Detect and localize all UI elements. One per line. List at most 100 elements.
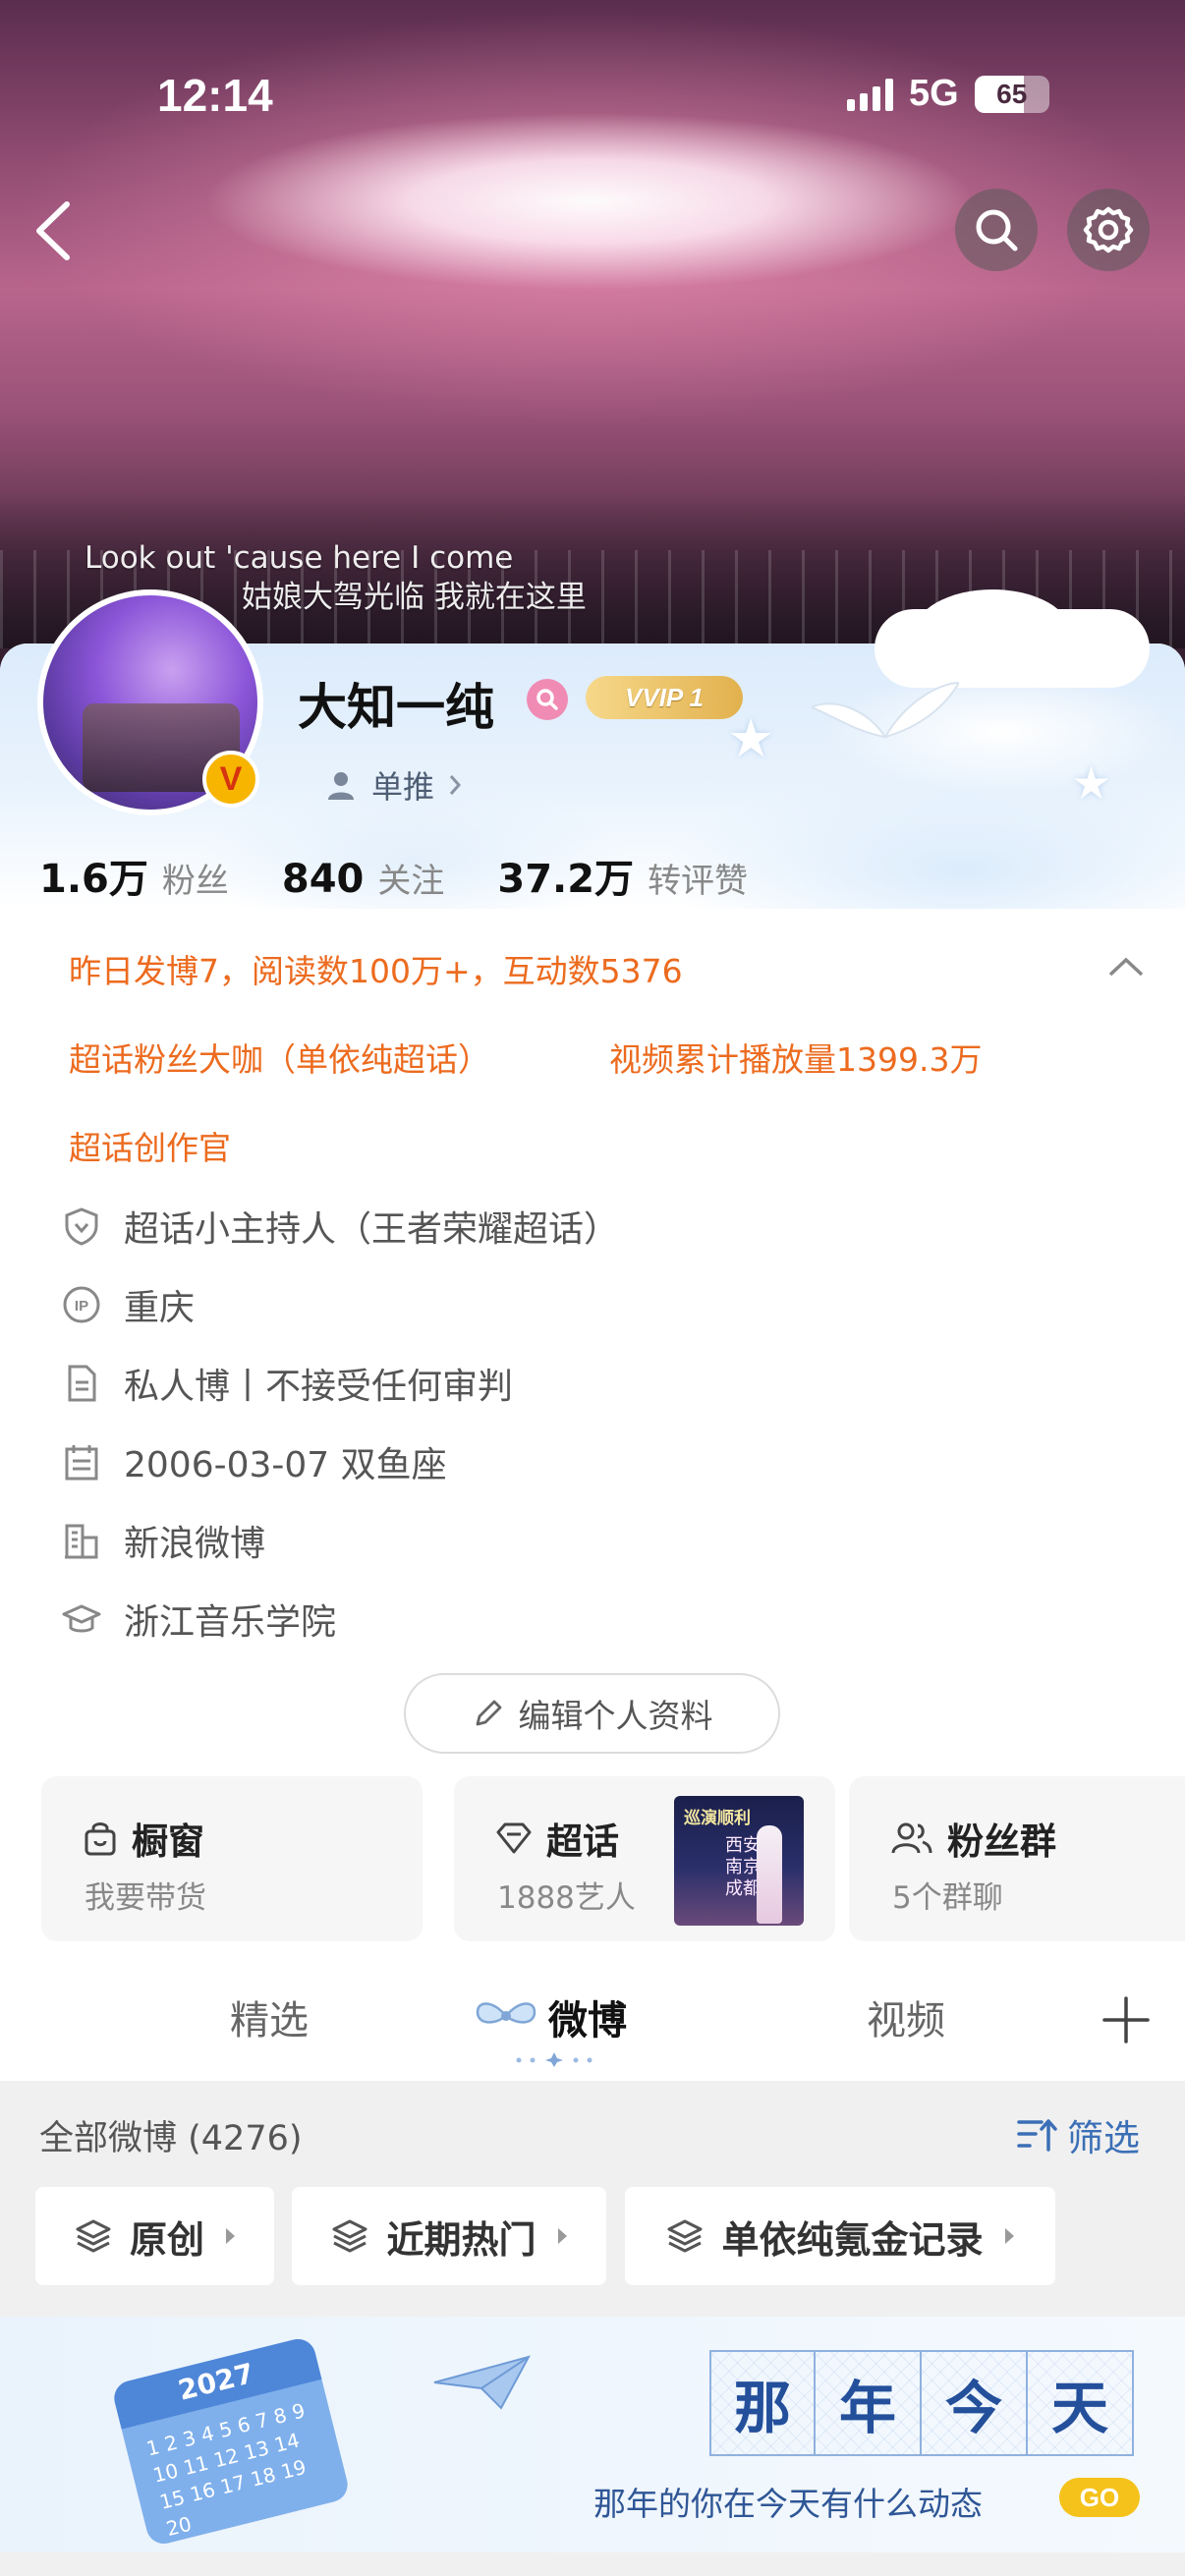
tab-featured[interactable]: 精选 [230, 1988, 309, 2045]
chip-original[interactable]: 原创 [35, 2187, 274, 2285]
filter-button[interactable]: 筛选 [1016, 2108, 1140, 2161]
document-icon [68, 1365, 96, 1402]
super-topic-title: 超话 [546, 1820, 619, 1863]
interactions-count: 37.2万 [497, 857, 635, 902]
single-push-link[interactable]: 单推 [324, 762, 462, 808]
pencil-icon [476, 1700, 501, 1726]
calendar-icon [65, 1445, 98, 1481]
search-icon [976, 209, 1018, 252]
star-decoration: ★ [727, 707, 775, 769]
battery-icon: 65 [974, 75, 1049, 113]
settings-button[interactable] [1067, 189, 1150, 271]
magnifier-badge-icon [536, 689, 558, 710]
honor-video-plays[interactable]: 视频累计播放量1399.3万 [609, 1034, 982, 1081]
shop-card-title: 橱窗 [83, 1812, 204, 1865]
fan-group-title: 粉丝群 [947, 1820, 1056, 1863]
add-tab-button[interactable] [1099, 1992, 1154, 2047]
fan-group-card-title: 粉丝群 [890, 1812, 1056, 1865]
bow-icon [476, 2002, 536, 2024]
graduation-cap-icon [62, 1604, 101, 1633]
paper-plane-icon [433, 2355, 531, 2410]
edit-profile-label: 编辑个人资料 [518, 1697, 713, 1735]
shield-icon [65, 1207, 98, 1246]
star-decoration: ★ [1071, 756, 1112, 810]
back-arrow-icon [36, 201, 70, 260]
company-text: 新浪微博 [124, 1524, 266, 1564]
shop-subtitle: 我要带货 [85, 1880, 206, 1916]
status-time: 12:14 [157, 70, 273, 121]
go-button[interactable]: GO [1059, 2478, 1140, 2517]
collapse-button[interactable] [1106, 955, 1146, 982]
layers-icon [667, 2219, 703, 2253]
fan-group-card[interactable]: 粉丝群 5个群聊 [849, 1776, 1185, 1941]
svg-text:IP: IP [75, 1298, 88, 1315]
info-school: 浙江音乐学院 [61, 1594, 336, 1645]
info-title-text: 超话小主持人（王者荣耀超话） [124, 1209, 620, 1250]
stat-interactions[interactable]: 37.2万 转评赞 [497, 847, 748, 904]
info-ip: IP 重庆 [61, 1279, 195, 1330]
honor-creator[interactable]: 超话创作官 [69, 1122, 231, 1169]
edit-profile-button[interactable]: 编辑个人资料 [404, 1673, 780, 1754]
super-topic-card[interactable]: 超话 1888艺人 巡演顺利 西安 南京 成都 [454, 1776, 835, 1941]
followers-count: 1.6万 [39, 857, 148, 902]
diamond-icon [496, 1822, 532, 1854]
profile-stats: 1.6万 粉丝 840 关注 37.2万 转评赞 [39, 847, 801, 904]
chip-original-label: 原创 [129, 2217, 204, 2262]
info-title: 超话小主持人（王者荣耀超话） [61, 1201, 619, 1252]
on-this-day-title: 那 年 今 天 [709, 2350, 1134, 2456]
chip-recent-hot[interactable]: 近期热门 [292, 2187, 606, 2285]
all-weibo-count: 全部微博 (4276) [39, 2119, 303, 2158]
chip-custom-album[interactable]: 单依纯氪金记录 [625, 2187, 1055, 2285]
vip-badge[interactable]: VVIP 1 [586, 676, 743, 719]
building-icon [65, 1524, 98, 1559]
wings-decoration [812, 681, 959, 739]
tab-weibo[interactable]: 微博 [548, 1988, 627, 2045]
info-bio: 私人博丨不接受任何审判 [61, 1358, 513, 1409]
plus-icon [1102, 1996, 1150, 2044]
school-text: 浙江音乐学院 [124, 1602, 337, 1643]
search-button[interactable] [955, 189, 1038, 271]
shop-title: 橱窗 [132, 1820, 204, 1863]
stat-following[interactable]: 840 关注 [282, 854, 445, 902]
layers-icon [332, 2219, 367, 2253]
shopping-bag-icon [85, 1822, 116, 1856]
profile-name: 大知一纯 [298, 679, 494, 736]
single-push-label: 单推 [371, 768, 435, 806]
status-indicators: 5G 65 [847, 73, 1049, 115]
ip-icon: IP [63, 1286, 100, 1323]
chip-arrow-icon [1004, 2228, 1014, 2244]
filter-icon [1017, 2119, 1057, 2152]
chevron-up-icon [1108, 957, 1144, 977]
chip-arrow-icon [557, 2228, 567, 2244]
ip-location: 重庆 [124, 1288, 196, 1328]
info-company: 新浪微博 [61, 1515, 265, 1566]
on-this-day-tagline: 那年的你在今天有什么动态 [593, 2485, 983, 2523]
shop-window-card[interactable]: 橱窗 我要带货 [41, 1776, 423, 1941]
super-topic-card-title: 超话 [495, 1812, 619, 1865]
verified-badge-icon: V [202, 751, 259, 808]
signal-icon [847, 78, 893, 111]
chip-recent-hot-label: 近期热门 [386, 2217, 536, 2262]
gear-icon [1083, 206, 1134, 253]
title-char: 今 [922, 2350, 1028, 2456]
title-char: 年 [816, 2350, 922, 2456]
super-topic-subtitle: 1888艺人 [497, 1880, 636, 1916]
filter-label: 筛选 [1067, 2117, 1140, 2159]
tab-video[interactable]: 视频 [867, 1988, 945, 2045]
interactions-label: 转评赞 [648, 862, 749, 901]
honor-super-fan[interactable]: 超话粉丝大咖（单依纯超话） [69, 1034, 490, 1081]
followers-label: 粉丝 [161, 862, 229, 901]
chip-custom-album-label: 单依纯氪金记录 [721, 2217, 984, 2262]
battery-level: 65 [996, 78, 1028, 109]
fan-group-subtitle: 5个群聊 [892, 1880, 1003, 1916]
lyrics-line-1: Look out 'cause here I come [85, 540, 514, 576]
group-icon [891, 1822, 932, 1854]
bio-text: 私人博丨不接受任何审判 [124, 1367, 514, 1407]
stat-followers[interactable]: 1.6万 粉丝 [39, 847, 229, 904]
active-tab-indicator [516, 2052, 592, 2067]
back-button[interactable] [29, 196, 79, 265]
chevron-right-icon [449, 775, 462, 795]
fan-badge-icon[interactable] [527, 679, 568, 720]
content-tabs: 精选 微博 视频 [0, 1965, 1185, 2073]
person-icon [328, 772, 354, 800]
